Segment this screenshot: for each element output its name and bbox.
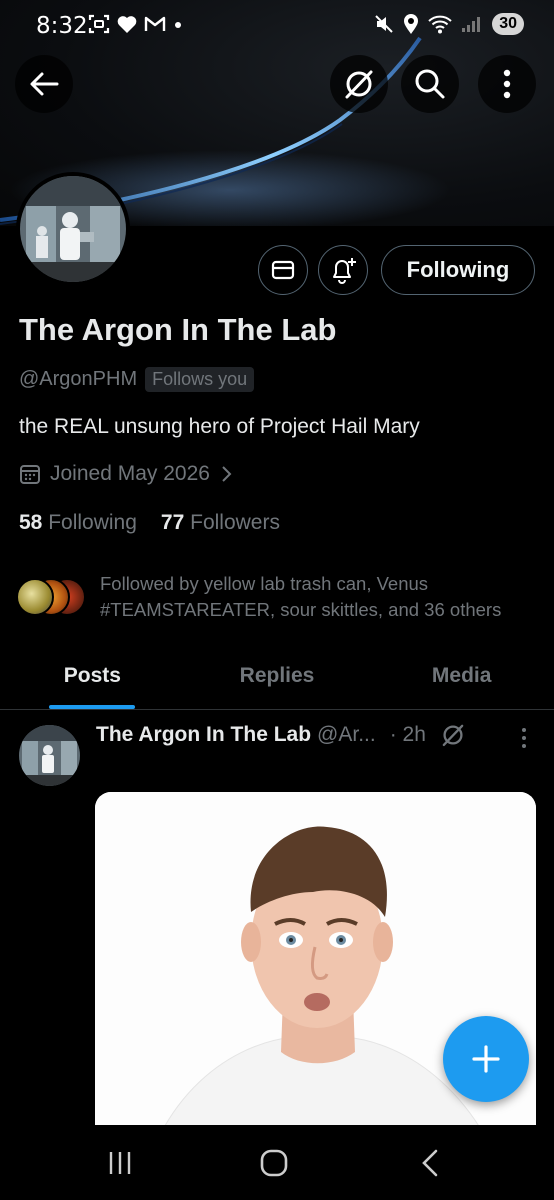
post-handle[interactable]: @Ar... [317, 723, 376, 747]
joined-date: Joined May 2026 [50, 462, 210, 485]
follower-avatar [16, 578, 54, 616]
gmail-icon [144, 16, 166, 31]
profile-display-name: The Argon In The Lab [19, 312, 337, 347]
recent-apps-icon [109, 1152, 131, 1174]
back-button[interactable] [15, 55, 73, 113]
followers-count-link[interactable]: 77 Followers [161, 511, 280, 535]
profile-bio: the REAL unsung hero of Project Hail Mar… [19, 415, 420, 438]
more-button[interactable] [478, 55, 536, 113]
post-header: The Argon In The Lab @Ar... · 2h [96, 722, 466, 748]
followed-by-row[interactable]: Followed by yellow lab trash can, Venus … [16, 571, 550, 623]
joined-row[interactable]: Joined May 2026 [19, 462, 233, 486]
heart-icon [117, 15, 137, 33]
following-button[interactable]: Following [381, 245, 535, 295]
following-count-link[interactable]: 58 Following [19, 511, 137, 535]
followed-by-avatars [16, 578, 88, 618]
calendar-icon [20, 465, 40, 484]
profile-avatar[interactable] [16, 172, 130, 286]
following-count: 58 [19, 511, 43, 534]
followers-label: Followers [190, 511, 280, 534]
tab-replies-label: Replies [239, 663, 315, 687]
mail-icon [271, 260, 295, 280]
status-time: 8:32 [36, 13, 88, 39]
tab-media-label: Media [431, 663, 492, 687]
grok-button[interactable] [330, 55, 388, 113]
tab-posts[interactable]: Posts [0, 642, 185, 709]
handle-row: @ArgonPHM Follows you [19, 367, 255, 392]
avatar-image [20, 176, 126, 282]
home-icon [260, 1149, 288, 1177]
signal-icon [462, 17, 481, 32]
tab-replies[interactable]: Replies [185, 642, 370, 709]
location-icon [404, 14, 419, 34]
profile-handle: @ArgonPHM [19, 368, 138, 390]
following-label: Following [48, 511, 137, 534]
more-vertical-icon [503, 69, 511, 99]
system-back-button[interactable] [400, 1143, 460, 1183]
tab-media[interactable]: Media [369, 642, 554, 709]
post-time: · 2h [389, 723, 426, 746]
system-nav-bar [0, 1125, 554, 1200]
home-button[interactable] [244, 1143, 304, 1183]
arrow-left-icon [30, 72, 59, 96]
dot-icon [175, 22, 181, 28]
notify-button[interactable] [318, 245, 368, 295]
follow-counts: 58 Following 77 Followers [19, 511, 280, 535]
status-right-icons: 30 [374, 13, 524, 35]
grok-icon [345, 70, 373, 99]
plus-icon [472, 1045, 500, 1073]
recent-apps-button[interactable] [90, 1143, 150, 1183]
post-avatar-image [19, 725, 80, 786]
compose-button[interactable] [443, 1016, 529, 1102]
wifi-icon [428, 15, 452, 34]
post-avatar[interactable] [19, 725, 80, 786]
screenshot-icon [88, 14, 110, 34]
message-button[interactable] [258, 245, 308, 295]
status-bar: 8:32 30 [0, 0, 554, 52]
battery-indicator: 30 [492, 13, 524, 35]
followers-count: 77 [160, 511, 185, 534]
tab-posts-label: Posts [63, 663, 121, 687]
follows-you-badge: Follows you [145, 367, 255, 392]
chevron-left-icon [422, 1149, 438, 1177]
bell-plus-icon [333, 258, 356, 284]
grok-icon[interactable] [440, 722, 466, 748]
post-more-button[interactable] [512, 724, 536, 752]
post-author[interactable]: The Argon In The Lab [96, 723, 311, 747]
status-left-icons [88, 14, 183, 34]
profile-tabs: Posts Replies Media [0, 642, 554, 710]
chevron-right-icon [222, 466, 232, 482]
active-tab-indicator [49, 705, 136, 709]
search-icon [415, 69, 445, 99]
mute-icon [375, 15, 393, 33]
followed-by-text: Followed by yellow lab trash can, Venus … [100, 573, 502, 620]
search-button[interactable] [401, 55, 459, 113]
